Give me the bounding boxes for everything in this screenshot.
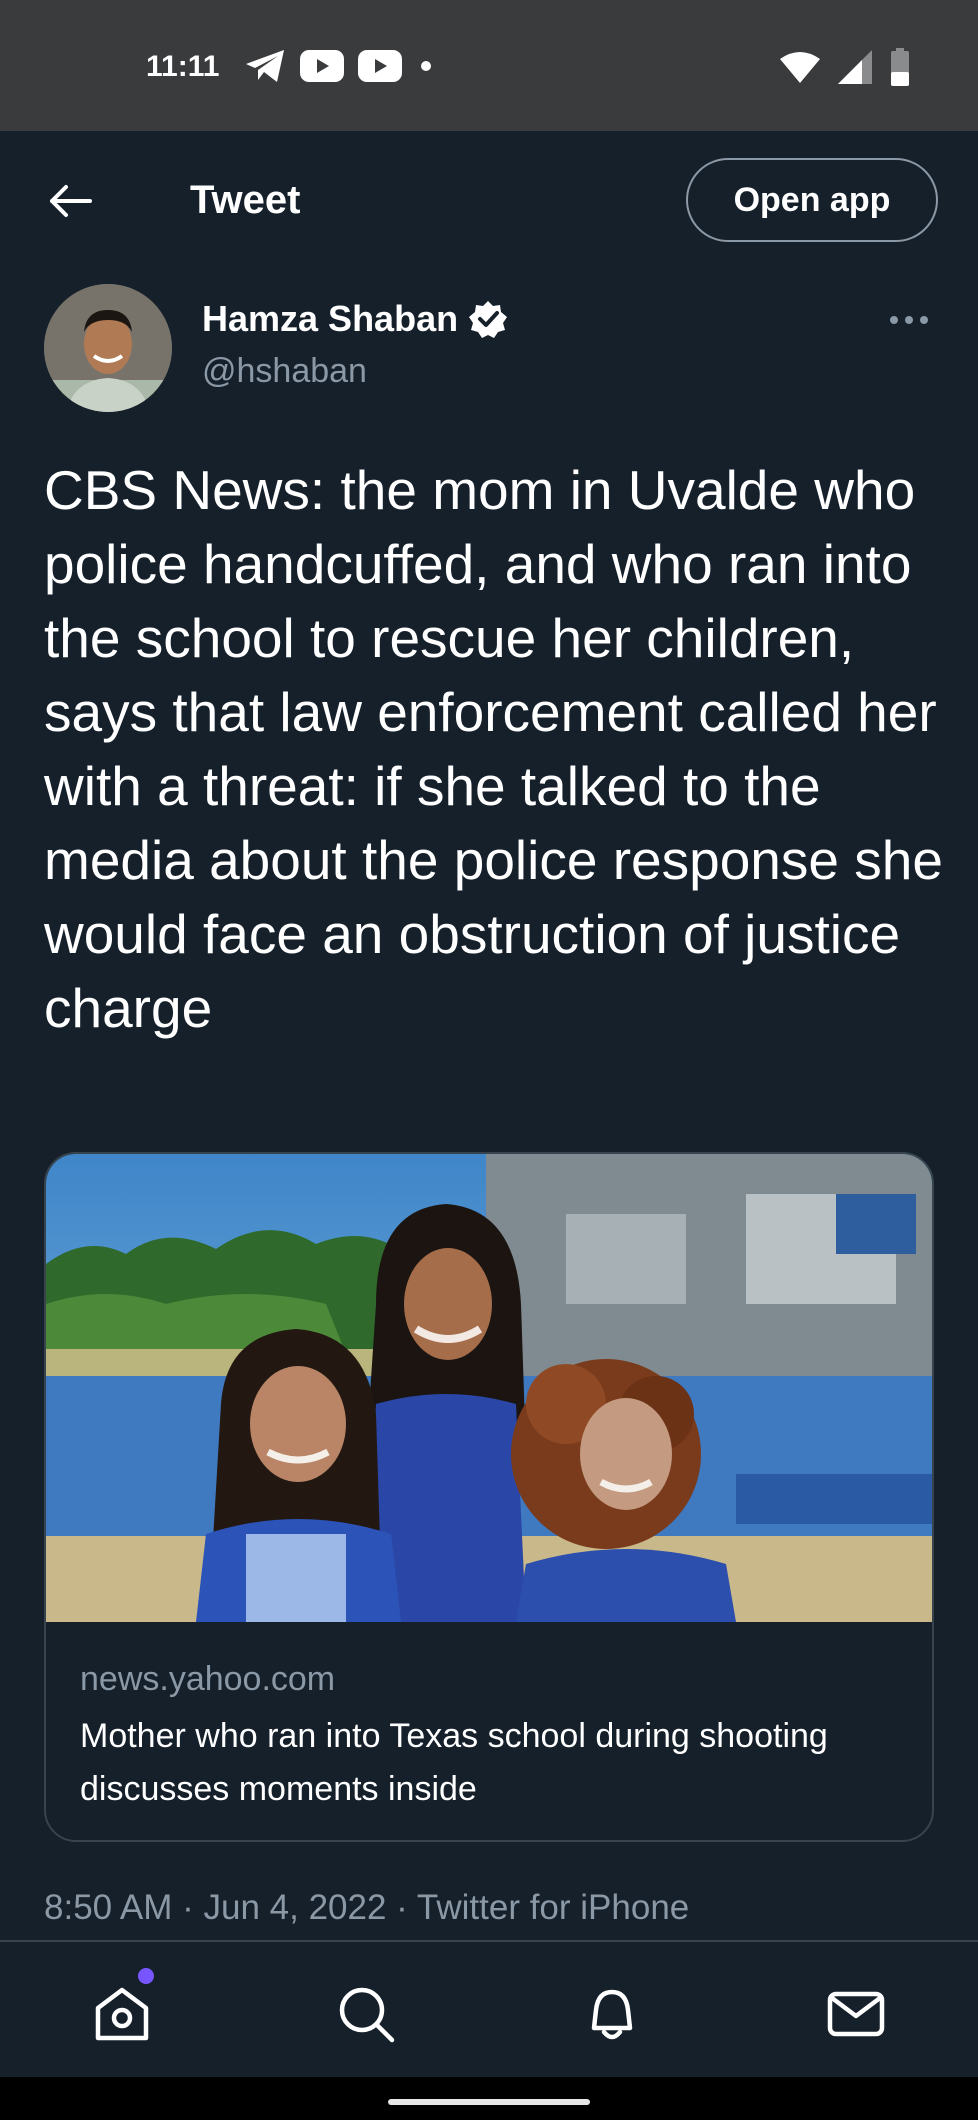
nav-messages[interactable] bbox=[824, 1982, 888, 2046]
link-card-title: Mother who ran into Texas school during … bbox=[80, 1717, 828, 1808]
link-card-domain: news.yahoo.com bbox=[80, 1660, 336, 1698]
tweet-text: CBS News: the mom in Uvalde who police h… bbox=[44, 459, 943, 1039]
avatar[interactable] bbox=[44, 284, 172, 412]
notifications-icon bbox=[591, 1989, 633, 2040]
link-card-image bbox=[46, 1154, 932, 1622]
status-icons-right bbox=[780, 48, 910, 86]
arrow-left-icon bbox=[50, 185, 92, 217]
avatar-photo bbox=[44, 284, 172, 412]
author-name[interactable]: Hamza Shaban bbox=[202, 298, 458, 340]
home-icon bbox=[95, 1987, 149, 2041]
bottom-nav bbox=[0, 1940, 978, 2077]
youtube-icon bbox=[358, 50, 402, 82]
back-button[interactable] bbox=[40, 176, 100, 226]
unread-indicator bbox=[138, 1968, 154, 1984]
app-header: Tweet Open app bbox=[0, 131, 978, 271]
notification-dot-icon bbox=[421, 61, 431, 71]
nav-search[interactable] bbox=[334, 1982, 398, 2046]
telegram-icon bbox=[246, 50, 284, 82]
messages-icon bbox=[827, 1991, 885, 2037]
author-name-row[interactable]: Hamza Shaban bbox=[202, 298, 508, 340]
search-icon bbox=[339, 1987, 395, 2043]
signal-icon bbox=[838, 50, 872, 84]
wifi-icon bbox=[780, 52, 820, 83]
status-time: 11:11 bbox=[146, 50, 220, 83]
tweet-timestamp: 8:50 AM · Jun 4, 2022 · Twitter for iPho… bbox=[44, 1888, 690, 1927]
youtube-icon bbox=[300, 50, 344, 82]
more-options-icon[interactable] bbox=[890, 312, 934, 328]
link-card[interactable]: news.yahoo.com Mother who ran into Texas… bbox=[44, 1152, 934, 1842]
verified-badge-icon bbox=[469, 301, 508, 338]
nav-notifications[interactable] bbox=[580, 1982, 644, 2046]
battery-icon bbox=[891, 48, 909, 86]
page-title: Tweet bbox=[190, 178, 301, 222]
status-bar: 11:11 bbox=[0, 0, 978, 131]
author-handle[interactable]: @hshaban bbox=[202, 352, 367, 391]
open-app-button[interactable]: Open app bbox=[686, 158, 938, 242]
system-gesture-area bbox=[0, 2077, 978, 2120]
home-gesture-bar[interactable] bbox=[388, 2099, 590, 2105]
nav-home[interactable] bbox=[90, 1982, 154, 2046]
status-icons-left bbox=[244, 48, 436, 84]
